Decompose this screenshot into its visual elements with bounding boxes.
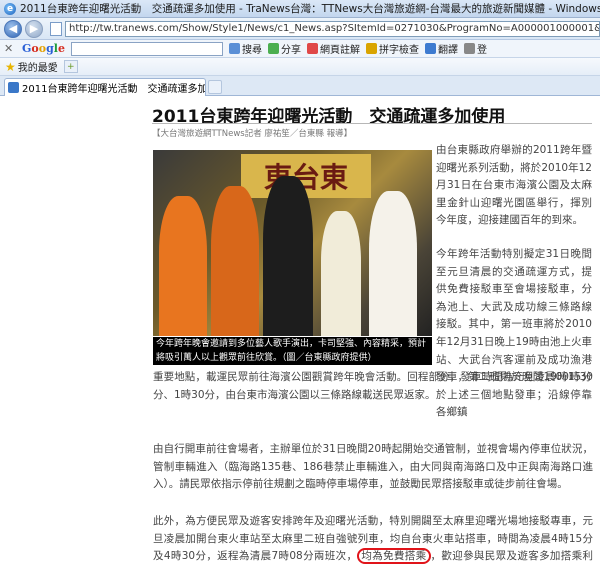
forward-button[interactable]: ▶ (25, 19, 43, 38)
photo-person-4 (321, 211, 361, 336)
window-titlebar: e 2011台東跨年迎曙光活動 交通疏運多加使用 - TraNews台灣：TTN… (0, 0, 600, 18)
back-button[interactable]: ◀ (4, 19, 22, 38)
page-icon (50, 21, 62, 36)
close-toolbar-icon[interactable]: ✕ (4, 42, 16, 55)
translate-icon (424, 43, 436, 54)
tab-page-icon (8, 82, 19, 93)
window-title: 2011台東跨年迎曙光活動 交通疏運多加使用 - TraNews台灣：TTNew… (20, 3, 600, 15)
signin-icon (463, 43, 475, 54)
favorites-button[interactable]: ★ 我的最愛 (5, 59, 58, 75)
more-button[interactable]: 登 (463, 41, 487, 56)
article-photo: 東台東 (153, 150, 432, 336)
favorites-bar: ★ 我的最愛 + (0, 58, 600, 76)
photo-person-5 (369, 191, 417, 336)
page-content: 2011台東跨年迎曙光活動 交通疏運多加使用 【大台灣旅遊網TTNews記者 廖… (0, 96, 600, 566)
url-field[interactable]: http://tw.tranews.com/Show/Style1/News/c… (65, 20, 600, 37)
star-icon: ★ (5, 59, 16, 74)
annotate-icon (306, 43, 318, 54)
google-search-input[interactable] (70, 41, 223, 56)
annotate-button[interactable]: 網頁註解 (306, 41, 360, 56)
google-toolbar: ✕ Google 搜尋 分享 網頁註解 拼字檢查 翻譯 登 (0, 40, 600, 58)
headline-divider (152, 123, 592, 124)
tab-bar: 2011台東跨年迎曙光活動 交通疏運多加使用 - ... (0, 76, 600, 96)
spellcheck-button[interactable]: 拼字檢查 (365, 41, 419, 56)
tab-article[interactable]: 2011台東跨年迎曙光活動 交通疏運多加使用 - ... (4, 78, 206, 96)
article-paragraph-1: 由台東縣政府舉辦的2011跨年暨迎曙光系列活動，將於2010年12月31日在台東… (436, 144, 592, 227)
address-bar: ◀ ▶ http://tw.tranews.com/Show/Style1/Ne… (0, 18, 600, 40)
search-icon (228, 43, 240, 54)
article-paragraph-3: 由自行開車前往會場者，主辦單位於31日晚間20時起開始交通管制，並視會場內停車位… (153, 443, 593, 491)
translate-button[interactable]: 翻譯 (424, 41, 458, 56)
spellcheck-icon (365, 43, 377, 54)
photo-person-3 (263, 176, 313, 336)
article-paragraph-4: 此外，為方便民眾及遊客安排跨年及迎曙光活動，特別開闢至太麻里迎曙光場地接駁專車，… (153, 513, 593, 566)
share-icon (267, 43, 279, 54)
article-paragraph-2-cont: 重要地點，載運民眾前往海濱公園觀賞跨年晚會活動。回程部分，發車時間為元旦凌晨00… (153, 371, 593, 401)
new-tab-button[interactable] (208, 80, 222, 94)
search-button[interactable]: 搜尋 (228, 41, 262, 56)
google-logo: Google (22, 42, 65, 55)
photo-person-2 (211, 186, 259, 336)
share-button[interactable]: 分享 (267, 41, 301, 56)
photo-caption: 今年跨年晚會邀請到多位藝人歌手演出，卡司堅強、內容精采，預計將吸引萬人以上觀眾前… (153, 337, 432, 365)
ie-logo-icon: e (4, 2, 16, 15)
article-byline: 【大台灣旅遊網TTNews記者 廖祐笙／台東縣 報導】 (152, 129, 353, 139)
add-favorite-icon[interactable]: + (63, 60, 78, 73)
photo-person-1 (159, 196, 207, 336)
free-ride-highlight: 均為免費搭乘 (357, 548, 431, 565)
